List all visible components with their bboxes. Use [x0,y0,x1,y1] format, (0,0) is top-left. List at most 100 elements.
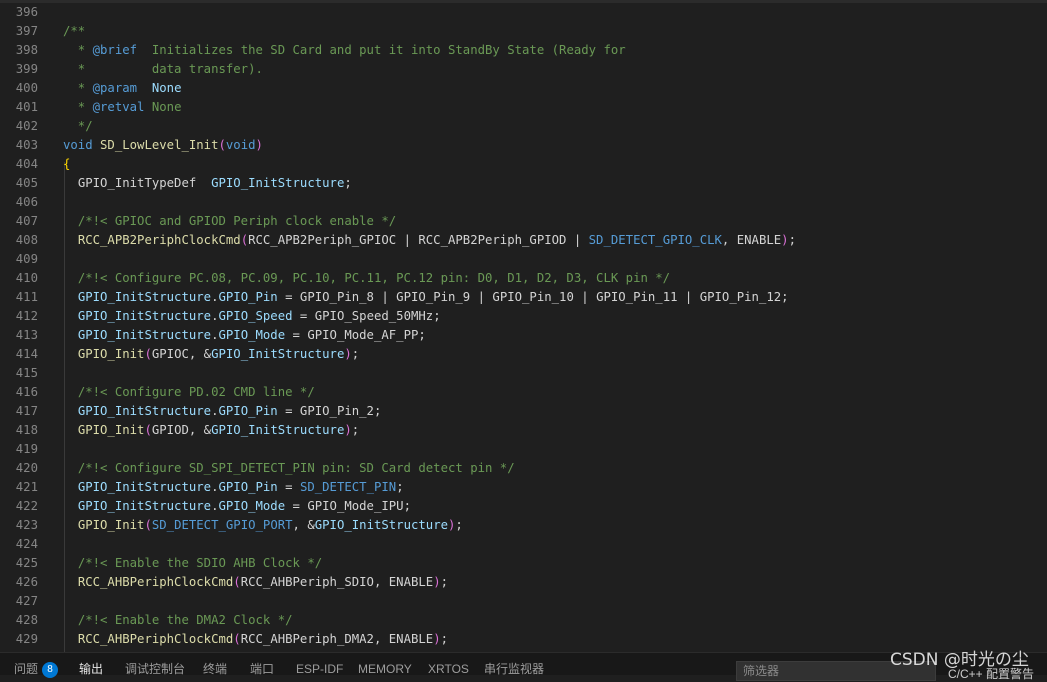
code-line[interactable]: 414 GPIO_Init(GPIOC, &GPIO_InitStructure… [0,345,1047,364]
line-number: 402 [15,119,38,133]
code-token-comment: None [144,100,182,114]
code-token-doctag: @retval [92,100,145,114]
code-text: GPIO_InitStructure.GPIO_Pin = GPIO_Pin_2… [63,402,382,421]
panel-tab[interactable]: 输出 [79,662,103,676]
code-line[interactable]: 397 /** [0,22,1047,41]
panel-tab[interactable]: 问题 8 [14,662,59,678]
code-line[interactable]: 410 /*!< Configure PC.08, PC.09, PC.10, … [0,269,1047,288]
panel-tab-label: 问题 [14,662,39,676]
line-number: 424 [15,537,38,551]
code-token-var: GPIO_Speed [218,309,293,323]
code-line[interactable]: 419 [0,440,1047,459]
line-number: 418 [15,423,38,437]
code-editor[interactable]: 396 397 /** 398 * @brief Initializes the SD… [0,0,1047,652]
code-text: * @retval None [63,98,182,117]
code-token-func: RCC_AHBPeriphClockCmd [77,575,234,589]
code-text: GPIO_InitStructure.GPIO_Speed = GPIO_Spe… [63,307,441,326]
panel-tab[interactable]: 调试控制台 [125,662,185,676]
code-line[interactable]: 396 [0,3,1047,22]
line-number: 428 [15,613,38,627]
line-number: 404 [15,157,38,171]
code-token-comment: /*!< GPIOC and GPIOD Periph clock enable… [77,214,397,228]
code-line[interactable]: 417 GPIO_InitStructure.GPIO_Pin = GPIO_P… [0,402,1047,421]
code-token-comment: */ [63,119,93,133]
code-token-paren: ( [240,233,249,247]
code-line[interactable]: 406 [0,193,1047,212]
code-token-paren: ) [255,138,263,152]
code-token-plain: = GPIO_Speed_50MHz; [292,309,441,323]
panel-tab-label: 终端 [203,662,228,676]
code-line[interactable]: 405 GPIO_InitTypeDef GPIO_InitStructure; [0,174,1047,193]
code-token-var: GPIO_InitStructure [77,309,212,323]
code-line[interactable]: 401 * @retval None [0,98,1047,117]
code-line[interactable]: 403 void SD_LowLevel_Init(void) [0,136,1047,155]
code-token-comment: /*!< Configure PC.08, PC.09, PC.10, PC.1… [77,271,671,285]
problems-count-badge: 8 [42,662,59,678]
code-line[interactable]: 404 { [0,155,1047,174]
code-line[interactable]: 427 [0,592,1047,611]
code-token-var: GPIO_Mode [218,499,286,513]
code-line[interactable]: 416 /*!< Configure PD.02 CMD line */ [0,383,1047,402]
code-line[interactable]: 402 */ [0,117,1047,136]
code-text: GPIO_Init(GPIOC, &GPIO_InitStructure); [63,345,359,364]
code-text: /*!< Enable the SDIO AHB Clock */ [63,554,322,573]
code-token-var: GPIO_Pin [218,404,278,418]
code-line[interactable]: 428 /*!< Enable the DMA2 Clock */ [0,611,1047,630]
panel-tab[interactable]: 串行监视器 [484,662,544,676]
code-line[interactable]: 426 RCC_AHBPeriphClockCmd(RCC_AHBPeriph_… [0,573,1047,592]
code-token-plain: RCC_AHBPeriph_DMA2, ENABLE [240,632,434,646]
line-number: 429 [15,632,38,646]
code-line[interactable]: 409 [0,250,1047,269]
line-number: 413 [15,328,38,342]
code-line[interactable]: 415 [0,364,1047,383]
code-token-paren: ( [144,347,152,361]
code-token-plain: ; [344,176,352,190]
code-line[interactable]: 423 GPIO_Init(SD_DETECT_GPIO_PORT, &GPIO… [0,516,1047,535]
panel-tab-label: 输出 [79,662,104,676]
code-text: /*!< Configure PC.08, PC.09, PC.10, PC.1… [63,269,670,288]
code-token-paren: ) [433,632,441,646]
code-line[interactable]: 420 /*!< Configure SD_SPI_DETECT_PIN pin… [0,459,1047,478]
code-line[interactable]: 398 * @brief Initializes the SD Card and… [0,41,1047,60]
code-token-comment: /*!< Enable the DMA2 Clock */ [77,613,293,627]
line-number: 426 [15,575,38,589]
code-token-var: GPIO_InitStructure [77,290,212,304]
panel-tab[interactable]: 端口 [250,662,274,676]
code-line[interactable]: 408 RCC_APB2PeriphClockCmd(RCC_APB2Perip… [0,231,1047,250]
code-line[interactable]: 400 * @param None [0,79,1047,98]
line-number: 423 [15,518,38,532]
code-token-macro: SD_DETECT_GPIO_PORT [151,518,293,532]
code-token-plain: ; [351,423,360,437]
panel-tab[interactable]: 终端 [203,662,227,676]
code-text: GPIO_InitTypeDef GPIO_InitStructure; [63,174,352,193]
code-token-plain: ; [440,632,449,646]
code-token-paren: ) [344,347,352,361]
code-token-doctag: @brief [92,43,138,57]
code-token-comment: * [63,81,93,95]
code-text: GPIO_InitStructure.GPIO_Mode = GPIO_Mode… [63,497,411,516]
code-line[interactable]: 422 GPIO_InitStructure.GPIO_Mode = GPIO_… [0,497,1047,516]
code-line[interactable]: 399 * data transfer). [0,60,1047,79]
code-line[interactable]: 411 GPIO_InitStructure.GPIO_Pin = GPIO_P… [0,288,1047,307]
code-text: GPIO_InitStructure.GPIO_Mode = GPIO_Mode… [63,326,426,345]
code-text: * @brief Initializes the SD Card and put… [63,41,626,60]
code-line[interactable]: 421 GPIO_InitStructure.GPIO_Pin = SD_DET… [0,478,1047,497]
line-number: 425 [15,556,38,570]
panel-tab-label: XRTOS [428,662,469,676]
panel-tab[interactable]: MEMORY [358,662,412,676]
panel-tab[interactable]: ESP-IDF [296,662,343,676]
line-number: 416 [15,385,38,399]
code-token-plain: GPIOD, & [151,423,212,437]
code-line[interactable]: 418 GPIO_Init(GPIOD, &GPIO_InitStructure… [0,421,1047,440]
code-line[interactable]: 425 /*!< Enable the SDIO AHB Clock */ [0,554,1047,573]
code-line[interactable]: 407 /*!< GPIOC and GPIOD Periph clock en… [0,212,1047,231]
line-number: 420 [15,461,38,475]
code-token-plain: GPIOC, & [151,347,212,361]
code-line[interactable]: 412 GPIO_InitStructure.GPIO_Speed = GPIO… [0,307,1047,326]
code-line[interactable]: 424 [0,535,1047,554]
panel-tab[interactable]: XRTOS [428,662,469,676]
code-token-var: GPIO_InitStructure [77,499,212,513]
code-token-comment: /*!< Enable the SDIO AHB Clock */ [77,556,323,570]
code-line[interactable]: 413 GPIO_InitStructure.GPIO_Mode = GPIO_… [0,326,1047,345]
